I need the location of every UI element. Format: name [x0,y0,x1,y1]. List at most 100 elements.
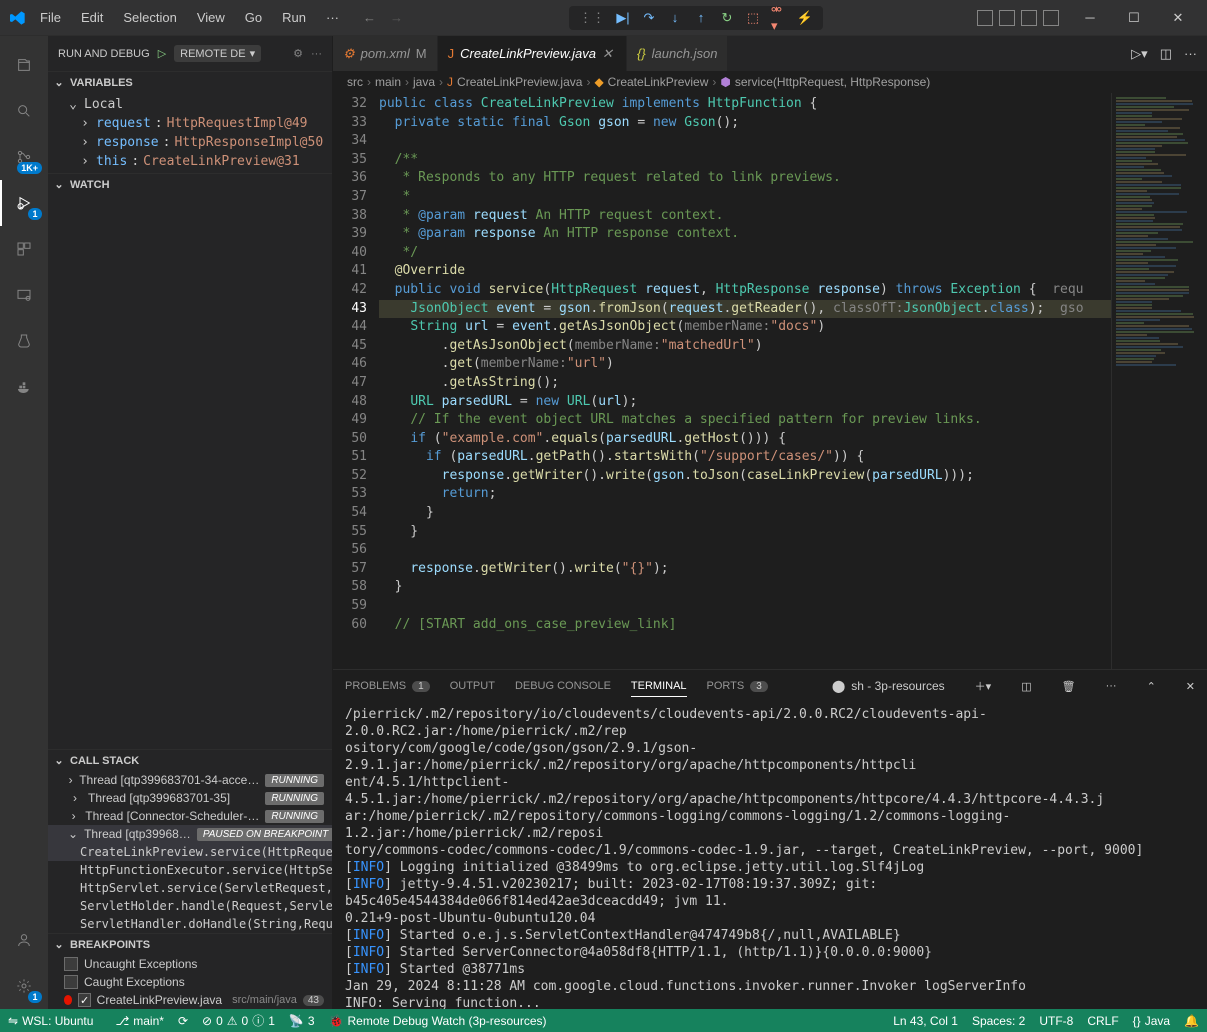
more-actions-icon[interactable]: ··· [1184,46,1197,61]
gear-icon[interactable]: ⚙ [293,47,303,60]
start-debug-icon[interactable]: ▷ [158,47,166,60]
breadcrumb-item[interactable]: ◆ CreateLinkPreview [594,75,708,89]
close-panel-icon[interactable]: ✕ [1186,680,1195,693]
activity-docker[interactable] [0,364,48,410]
activity-testing[interactable] [0,318,48,364]
menu-view[interactable]: View [189,6,233,29]
scope-local[interactable]: ⌄ Local [48,95,332,114]
terminal-output[interactable]: /pierrick/.m2/repository/io/cloudevents/… [333,702,1207,1009]
activity-scm[interactable]: 1K+ [0,134,48,180]
step-into-icon[interactable]: ↓ [667,10,683,26]
drag-handle-icon[interactable]: ⋮⋮ [579,10,605,26]
breadcrumbs[interactable]: src› main› java› J CreateLinkPreview.jav… [333,71,1207,93]
notifications-icon[interactable]: 🔔 [1184,1014,1199,1028]
new-terminal-icon[interactable]: ＋▾ [975,678,992,694]
cursor-position[interactable]: Ln 43, Col 1 [893,1014,958,1028]
panel-tab-problems[interactable]: PROBLEMS1 [345,676,430,696]
stack-frame[interactable]: HttpFunctionExecutor.service(HttpSer [48,861,332,879]
menu-edit[interactable]: Edit [73,6,111,29]
maximize-icon[interactable]: ☐ [1113,3,1155,33]
indent[interactable]: Spaces: 2 [972,1014,1025,1028]
thread-row[interactable]: ›Thread [qtp399683701-35]RUNNING [48,789,332,807]
ports-count[interactable]: 📡3 [289,1014,315,1028]
stack-frame[interactable]: ServletHandler.doHandle(String,Reque [48,915,332,933]
debug-config-select[interactable]: Remote De ▾ [174,45,261,62]
menu-run[interactable]: Run [274,6,314,29]
split-editor-icon[interactable]: ◫ [1160,46,1172,62]
restart-icon[interactable]: ↻ [719,10,735,26]
tab-createlink[interactable]: J CreateLinkPreview.java ✕ [438,36,627,71]
checkbox-icon[interactable] [64,957,78,971]
editor-body[interactable]: 3233343536373839404142434445464748495051… [333,93,1207,669]
activity-explorer[interactable] [0,42,48,88]
activity-accounts[interactable] [0,917,48,963]
minimap[interactable] [1111,93,1207,669]
close-icon[interactable]: ✕ [1157,3,1199,33]
step-out-icon[interactable]: ↑ [693,10,709,26]
toggle-secondary-icon[interactable] [1021,10,1037,26]
terminal-selector[interactable]: ⬤ sh - 3p-resources [832,679,945,693]
run-file-icon[interactable]: ▷▾ [1131,46,1148,62]
var-response[interactable]: ›response: HttpResponseImpl@50 [48,133,332,152]
minimize-icon[interactable]: ─ [1069,3,1111,33]
line-gutter[interactable]: 3233343536373839404142434445464748495051… [333,93,379,669]
tab-launch[interactable]: {} launch.json [627,36,728,71]
menu-selection[interactable]: Selection [115,6,184,29]
bolt-icon[interactable]: ⚡ [797,10,813,26]
customize-layout-icon[interactable] [1043,10,1059,26]
activity-remote[interactable] [0,272,48,318]
thread-row[interactable]: ›Thread [qtp399683701-34-acce…RUNNING [48,771,332,789]
more-terminal-icon[interactable]: ··· [1106,680,1117,692]
remote-indicator[interactable]: ⇋ WSL: Ubuntu [0,1009,101,1032]
bp-caught[interactable]: Caught Exceptions [48,973,332,991]
breakpoints-header[interactable]: ⌄ BREAKPOINTS [48,933,332,955]
eol[interactable]: CRLF [1087,1014,1118,1028]
toggle-panel-icon[interactable] [977,10,993,26]
panel-tab-terminal[interactable]: TERMINAL [631,676,687,697]
nav-forward-icon[interactable]: → [390,10,403,25]
var-request[interactable]: ›request: HttpRequestImpl@49 [48,114,332,133]
activity-settings[interactable]: 1 [0,963,48,1009]
disconnect-icon[interactable]: ⚮ ▾ [771,10,787,26]
activity-debug[interactable]: 1 [0,180,48,226]
split-terminal-icon[interactable]: ◫ [1021,680,1031,693]
panel-tab-output[interactable]: OUTPUT [450,676,495,696]
checkbox-icon[interactable] [64,975,78,989]
stack-frame[interactable]: HttpServlet.service(ServletRequest,S [48,879,332,897]
stack-frame[interactable]: CreateLinkPreview.service(HttpReques [48,843,332,861]
menu-file[interactable]: File [32,6,69,29]
continue-icon[interactable]: ▶| [615,10,631,26]
breadcrumb-item[interactable]: J CreateLinkPreview.java [447,75,582,89]
breadcrumb-item[interactable]: java [413,75,435,89]
chevron-up-icon[interactable]: ⌃ [1147,680,1156,693]
sync-status[interactable]: ⟳ [178,1014,188,1028]
nav-back-icon[interactable]: ← [363,10,376,25]
watch-header[interactable]: ⌄ WATCH [48,173,332,195]
var-this[interactable]: ›this: CreateLinkPreview@31 [48,152,332,171]
breadcrumb-item[interactable]: src [347,75,363,89]
step-over-icon[interactable]: ↷ [641,10,657,26]
stack-frame[interactable]: ServletHolder.handle(Request,Servlet [48,897,332,915]
git-branch[interactable]: ⎇main* [115,1014,164,1028]
activity-search[interactable] [0,88,48,134]
more-icon[interactable]: ··· [311,48,322,60]
panel-tab-ports[interactable]: PORTS3 [707,676,768,696]
panel-tab-debugconsole[interactable]: DEBUG CONSOLE [515,676,611,696]
checkbox-icon[interactable] [78,993,90,1007]
bp-file[interactable]: CreateLinkPreview.java src/main/java 43 [48,991,332,1009]
breadcrumb-item[interactable]: ⬢ service(HttpRequest, HttpResponse) [720,75,930,89]
kill-terminal-icon[interactable]: 🗑 [1062,680,1076,693]
toggle-sidebar-icon[interactable] [999,10,1015,26]
activity-extensions[interactable] [0,226,48,272]
thread-row[interactable]: ⌄Thread [qtp39968…PAUSED ON BREAKPOINT [48,825,332,843]
encoding[interactable]: UTF-8 [1039,1014,1073,1028]
close-tab-icon[interactable]: ✕ [602,46,616,62]
bp-uncaught[interactable]: Uncaught Exceptions [48,955,332,973]
error-count[interactable]: ⊘0 ⚠0 ⓘ1 [202,1012,275,1029]
breadcrumb-item[interactable]: main [375,75,401,89]
variables-header[interactable]: ⌄ VARIABLES [48,71,332,93]
menu-more[interactable]: ··· [318,6,347,29]
debug-status[interactable]: 🐞Remote Debug Watch (3p-resources) [329,1014,547,1028]
callstack-header[interactable]: ⌄ CALL STACK [48,749,332,771]
code-content[interactable]: public class CreateLinkPreview implement… [379,93,1111,669]
